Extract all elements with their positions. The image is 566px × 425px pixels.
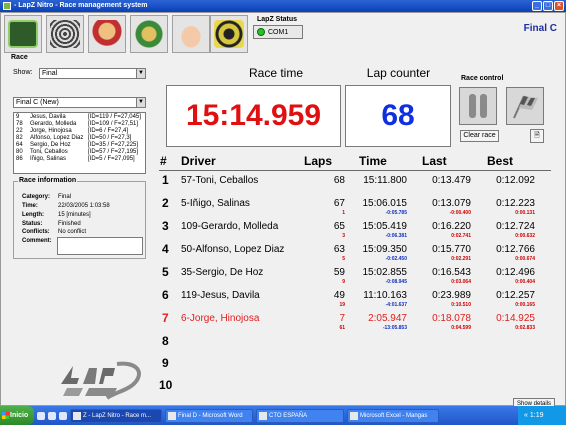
taskbar-item-lapz[interactable]: Z - LapZ Nitro - Race m... [70,408,162,423]
race-time-label: Race time [248,66,304,80]
taskbar-item-excel[interactable]: Microsoft Excel - Mangas [347,408,439,423]
comment-label: Comment: [22,238,52,244]
list-item[interactable]: 82 Alfonso, Lopez Diaz [ID=50 / F=27,3] [16,135,143,142]
show-label: Show: [13,69,33,76]
show-dropdown[interactable]: Final ▼ [39,68,146,79]
show-dropdown-value: Final [42,70,58,77]
toolbar-prize-button[interactable] [130,15,168,53]
system-tray: « 1:19 [518,406,566,425]
toolbar-speaker-button[interactable] [210,15,248,53]
quicklaunch-browser-icon[interactable] [48,411,56,420]
race-info-panel: Race information Category: Final Time: 2… [13,177,146,259]
table-row: 10 [159,378,173,392]
circuit-icon [50,20,80,48]
table-row: 6 119-Jesus, Davila 49 19 11:10.163 -4:01.6… [162,288,535,308]
tray-arrow-icon[interactable]: « [524,412,528,419]
taskbar-item-cto[interactable]: CTO ESPAÑA [256,408,344,423]
lap-counter-display: 68 [345,85,451,147]
report-button[interactable]: 🗎 [530,129,544,143]
status-label: Status: [22,221,43,227]
window-title: - LapZ Nitro - Race management system [14,2,148,9]
finish-flag-button[interactable] [506,87,544,125]
driver-hand-icon [92,20,122,48]
length-value: 15 [minutes] [58,212,91,218]
prize-icon [134,20,164,48]
table-row: 3 109-Gerardo, Molleda 65 3 15:05.419 -0:06… [162,219,535,239]
status-port: COM1 [268,28,289,36]
table-row: 1 57-Toni, Ceballos 68 15:11.800 0:13.479… [162,173,535,187]
toolbar-circuit-button[interactable] [46,15,84,53]
taskbar-item-word[interactable]: Final D - Microsoft Word [165,408,253,423]
chevron-down-icon: ▼ [136,98,145,107]
table-row: 4 50-Alfonso, Lopez Diaz 63 5 15:09.350 -0:… [162,242,535,262]
time-value: 22/03/2005 1:03:58 [58,203,110,209]
col-header-last: Last [422,154,447,168]
status-value: Finished [58,221,81,227]
length-label: Length: [22,212,44,218]
main-window: LapZ Status COM1 Final C Race Show: Fina… [0,12,566,411]
quicklaunch-explorer-icon[interactable] [59,411,67,420]
list-item[interactable]: 9 Jesus, Davila [ID=119 / F=27,045] [16,114,143,121]
clear-race-button[interactable]: Clear race [460,130,499,142]
status-indicator: COM1 [253,25,303,39]
table-row: 2 5-Iñigo, Salinas 67 1 15:06.015 -0:05.785… [162,196,535,216]
col-header-laps: Laps [304,154,333,168]
comment-field[interactable] [57,237,143,255]
heat-dropdown-value: Final C (New) [16,99,59,106]
heat-dropdown[interactable]: Final C (New) ▼ [13,97,146,108]
heat-title: Final C [523,23,557,34]
header-divider [159,170,551,171]
toolbar-track-button[interactable] [4,15,42,53]
lap-counter-label: Lap counter [366,66,431,80]
lapz-nitro-logo [61,361,141,400]
clock: 1:19 [529,412,544,419]
race-time-display: 15:14.959 [166,85,341,147]
checkered-flag-icon [513,95,538,119]
table-row: 5 35-Sergio, De Hoz 59 9 15:02.855 -0:08.94… [162,265,535,285]
list-item[interactable]: 80 Toni, Ceballos [ID=57 / F=27,195] [16,149,143,156]
entries-list[interactable]: 9 Jesus, Davila [ID=119 / F=27,045] 78 Gera… [13,112,146,174]
close-button[interactable]: × [554,1,564,11]
list-item[interactable]: 22 Jorge, Hinojosa [ID=6 / F=27,4] [16,128,143,135]
maximize-button[interactable]: □ [543,1,553,11]
status-led-icon [257,28,265,36]
quicklaunch-desktop-icon[interactable] [37,411,45,420]
toolbar-drivers-button[interactable] [88,15,126,53]
col-header-pos: # [160,154,167,168]
col-header-time: Time [359,154,387,168]
race-info-title: Race information [18,177,78,184]
speaker-icon [214,20,244,48]
minimize-button[interactable]: _ [532,1,542,11]
pause-button[interactable] [459,87,497,125]
race-section-title: Race [11,54,28,61]
col-header-driver: Driver [181,154,216,168]
list-item[interactable]: 78 Gerardo, Molleda [ID=109 / F=27,51] [16,121,143,128]
category-label: Category: [22,194,51,200]
conflicts-label: Conflicts: [22,229,50,235]
category-value: Final [58,194,72,200]
taskbar: Inicio Z - LapZ Nitro - Race m... Final … [0,406,566,425]
relax-person-icon [176,20,206,48]
time-label: Time: [22,203,38,209]
list-item[interactable]: 64 Sergio, De Hoz [ID=35 / F=27,225] [16,142,143,149]
document-icon: 🗎 [534,132,540,139]
col-header-best: Best [487,154,514,168]
window-title-bar: - LapZ Nitro - Race management system _ … [0,0,566,12]
race-control-title: Race control [461,75,504,82]
chevron-down-icon: ▼ [136,69,145,78]
start-button[interactable]: Inicio [0,406,34,425]
table-row: 9 [162,356,169,370]
list-item[interactable]: 86 Iñigo, Salinas [ID=5 / F=27,095] [16,156,143,163]
status-title: LapZ Status [257,16,298,23]
app-icon [3,2,11,10]
table-row: 7 6-Jorge, Hinojosa 7 61 2:05.947 -13:05.85… [162,311,535,331]
toolbar-relax-button[interactable] [172,15,210,53]
conflicts-value: No conflict [58,229,87,235]
table-row: 8 [162,334,169,348]
pause-icon [469,94,487,118]
race-track-icon [8,20,38,48]
